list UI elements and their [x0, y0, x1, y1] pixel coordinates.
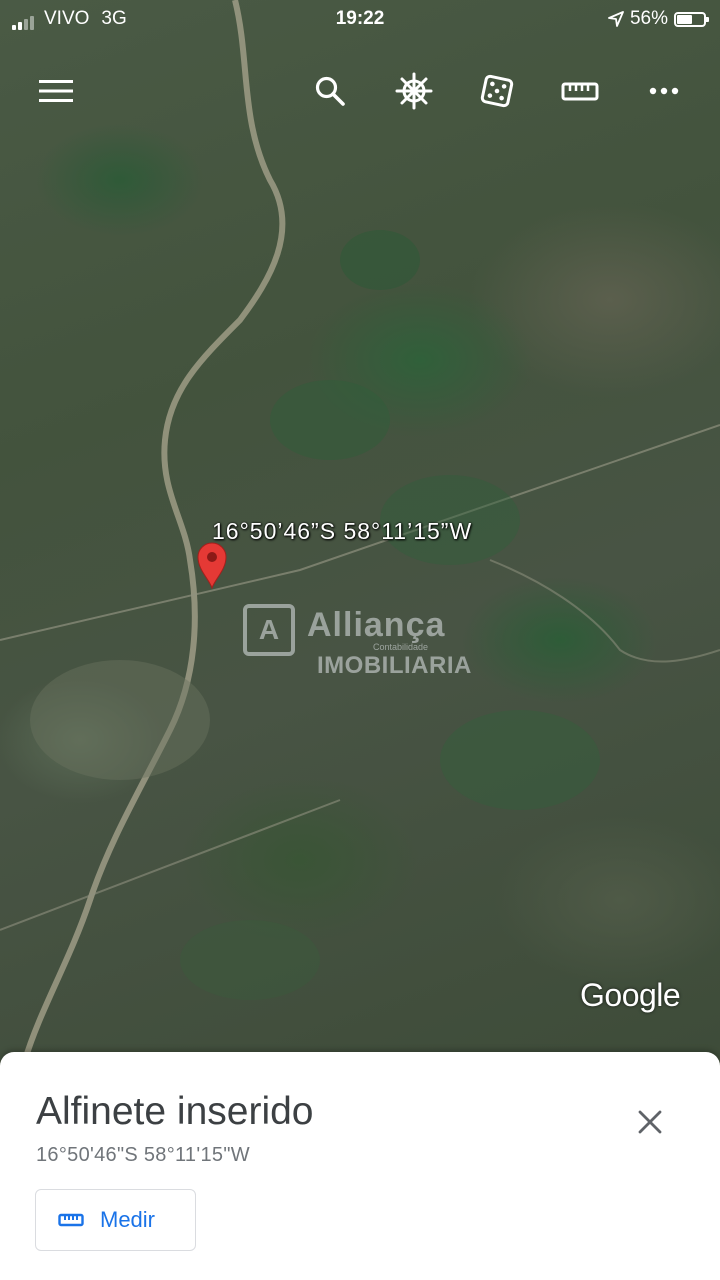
agency-watermark: A Alliança Contabilidade IMOBILIARIA: [243, 604, 493, 684]
menu-icon: [39, 80, 73, 102]
feeling-lucky-button[interactable]: [472, 66, 522, 116]
measure-button-label: Medir: [100, 1207, 156, 1232]
search-button[interactable]: [305, 66, 355, 116]
battery-icon: [674, 11, 709, 27]
place-info-sheet: Alfinete inserido 16°50'46"S 58°11'15"W …: [0, 1052, 720, 1280]
search-icon: [315, 76, 345, 106]
more-options-button[interactable]: [639, 66, 689, 116]
more-horizontal-icon: [649, 87, 679, 95]
dice-icon: [480, 74, 514, 108]
map-pin-icon[interactable]: [196, 541, 228, 589]
pin-coordinates-label: 16°50’46”S 58°11’15”W: [212, 518, 473, 544]
sheet-coordinates: 16°50'46"S 58°11'15"W: [36, 1144, 250, 1166]
menu-button[interactable]: [31, 66, 81, 116]
measure-tool-button[interactable]: [555, 66, 605, 116]
close-icon: [638, 1110, 662, 1134]
status-bar: VIVO 3G 19:22 56%: [0, 0, 720, 36]
watermark-type: IMOBILIARIA: [317, 652, 472, 679]
top-toolbar: [0, 66, 720, 116]
ruler-icon: [58, 1212, 84, 1228]
google-attribution: Google: [580, 977, 681, 1013]
location-arrow-icon: [608, 11, 624, 27]
watermark-name: Alliança: [307, 606, 446, 644]
ship-wheel-icon: [395, 72, 433, 110]
close-button[interactable]: [630, 1102, 670, 1142]
watermark-subtitle: Contabilidade: [373, 642, 429, 652]
status-right: 56%: [608, 8, 709, 30]
voyager-button[interactable]: [389, 66, 439, 116]
battery-level: [677, 14, 692, 24]
watermark-logo: A: [243, 604, 295, 656]
ruler-icon: [561, 82, 599, 101]
measure-button[interactable]: Medir: [35, 1189, 196, 1251]
sheet-title: Alfinete inserido: [36, 1090, 314, 1133]
battery-percentage: 56%: [629, 8, 668, 29]
